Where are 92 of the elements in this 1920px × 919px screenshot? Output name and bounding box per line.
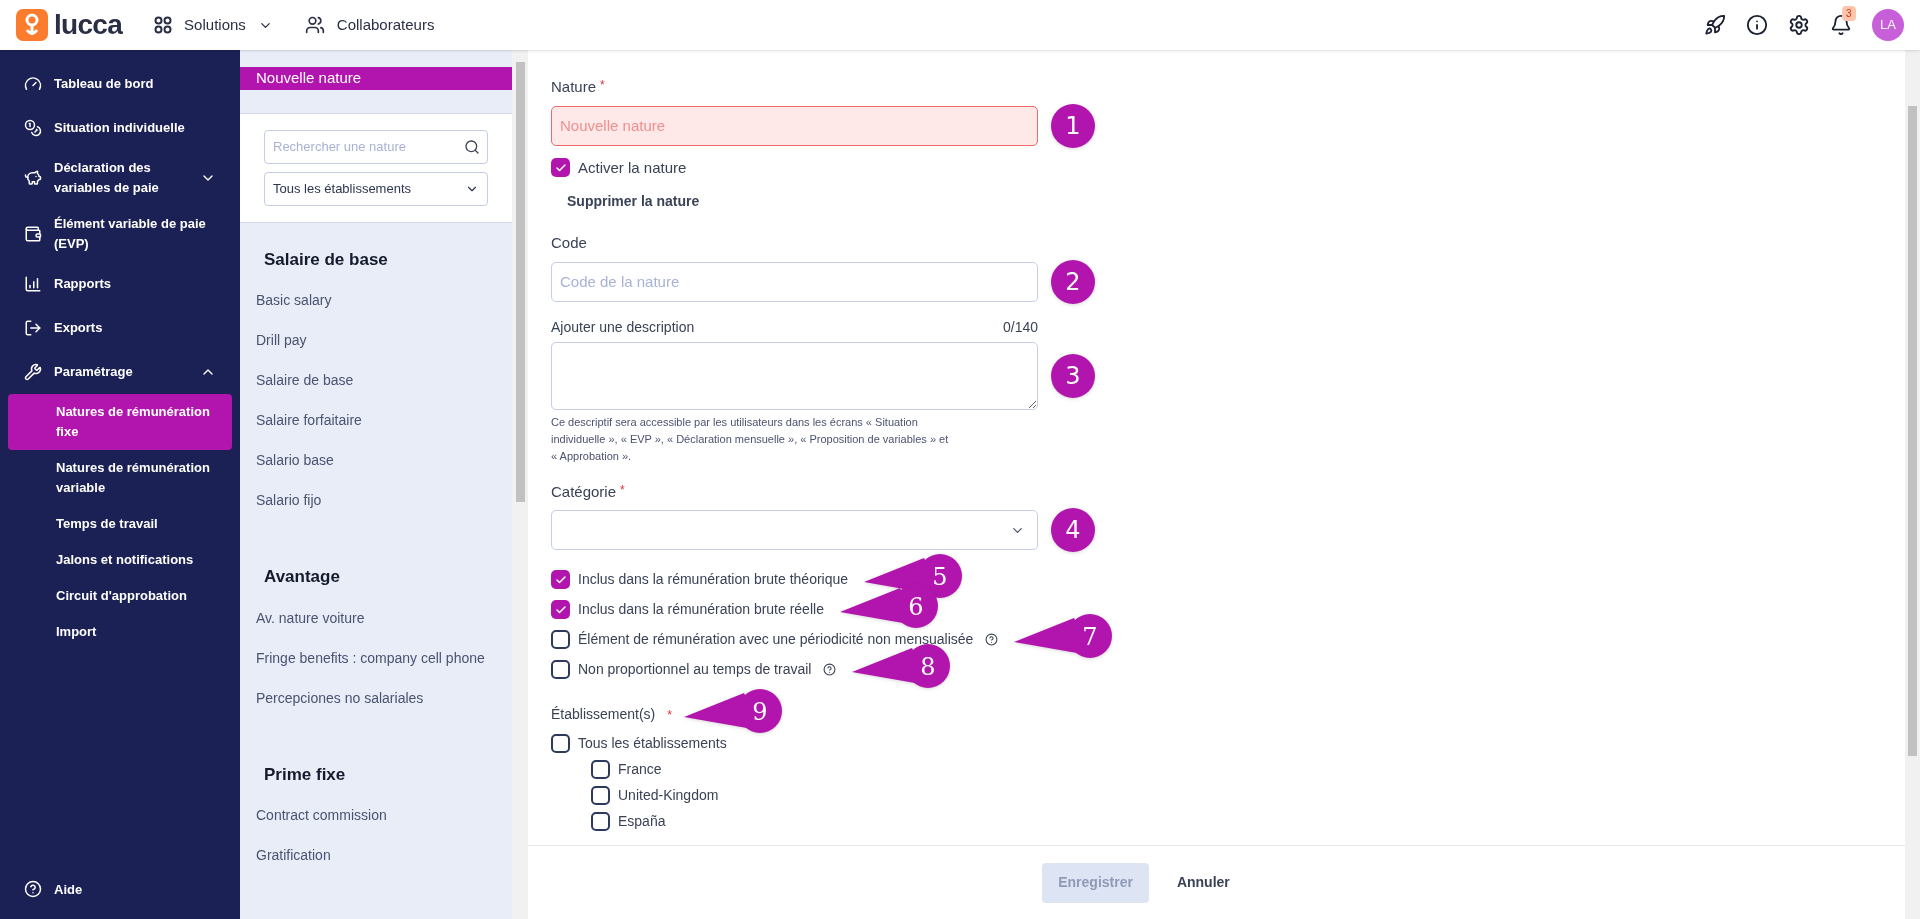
text-field[interactable]: Nouvelle nature — [551, 105, 1038, 146]
list-item[interactable]: Fringe benefits : company cell phone — [240, 637, 512, 678]
sidebar-item[interactable]: Paramétrage — [0, 350, 240, 394]
sidebar-subitem[interactable]: Natures de rémunération variable — [8, 450, 232, 506]
scrollbar[interactable] — [1905, 50, 1920, 919]
checkbox[interactable] — [551, 600, 570, 619]
group-title: Salaire de base — [263, 248, 389, 271]
checkbox-label: España — [618, 812, 666, 831]
sidebar-subitem[interactable]: Temps de travail — [8, 506, 232, 542]
settings-icon[interactable] — [1788, 14, 1810, 36]
group-title: Avantage — [263, 566, 341, 588]
sidebar-item[interactable]: Tableau de bord — [0, 62, 240, 106]
list-item[interactable]: Drill pay — [240, 320, 512, 360]
text-field[interactable]: Code de la nature — [551, 261, 1038, 302]
cancel-button[interactable]: Annuler — [1160, 862, 1246, 903]
character-counter: 0/140 — [1002, 317, 1038, 337]
list-item[interactable]: Gratification — [240, 835, 512, 875]
field-label: Nature — [551, 77, 597, 97]
sidebar-item[interactable]: Rapports — [0, 262, 240, 306]
checkbox[interactable] — [591, 760, 610, 779]
list-item[interactable]: Basic salary — [240, 280, 512, 320]
list-item[interactable]: Salaire de base — [240, 360, 512, 400]
group-title: Prime fixe — [263, 763, 347, 786]
sidebar-icon — [24, 275, 42, 293]
field-label: Établissement(s) — [551, 705, 656, 724]
list-item[interactable]: Salario fijo — [240, 480, 512, 520]
check-icon — [554, 573, 567, 586]
help-icon[interactable] — [823, 663, 837, 676]
delete-link[interactable]: Supprimer la nature — [567, 191, 700, 212]
check-icon — [554, 603, 567, 616]
sidebar-subitem[interactable]: Circuit d'approbation — [8, 578, 232, 614]
sidebar-icon — [24, 75, 42, 93]
checkbox-label: Activer la nature — [578, 157, 687, 178]
callout-badge: 4 — [1050, 507, 1096, 553]
checkbox-label: France — [618, 760, 662, 779]
list-item[interactable]: Salaire forfaitaire — [240, 400, 512, 440]
help-icon[interactable] — [985, 633, 999, 646]
field-label: Code — [551, 233, 587, 253]
search-icon — [464, 138, 480, 155]
sidebar-icon — [24, 225, 42, 243]
required-marker: * — [600, 77, 605, 94]
rocket-icon[interactable] — [1704, 14, 1726, 36]
search-field[interactable]: Rechercher une nature — [264, 129, 488, 164]
sidebar-item[interactable]: Élément variable de paie (EVP) — [0, 206, 240, 262]
sidebar-subitem[interactable]: Natures de rémunération fixe — [8, 394, 232, 450]
checkbox-label: Tous les établissements — [578, 734, 727, 753]
checkbox-label: Non proportionnel au temps de travail — [578, 660, 812, 679]
notification-count: 3 — [1842, 6, 1856, 21]
help-link[interactable]: Aide — [0, 871, 240, 907]
checkbox[interactable] — [551, 734, 570, 753]
sidebar-subitem[interactable]: Import — [8, 614, 232, 650]
required-marker: * — [620, 481, 625, 499]
description-field[interactable] — [551, 341, 1038, 410]
sidebar-item[interactable]: Situation individuelle — [0, 106, 240, 150]
checkbox[interactable] — [551, 158, 570, 178]
logo-text: lucca — [54, 11, 123, 39]
checkbox[interactable] — [591, 786, 610, 805]
checkbox[interactable] — [551, 630, 570, 649]
scrollbar[interactable] — [512, 50, 528, 919]
list-item[interactable]: Contract commission — [240, 795, 512, 835]
sidebar-item[interactable]: Exports — [0, 306, 240, 350]
checkbox[interactable] — [591, 812, 610, 831]
checkbox[interactable] — [551, 660, 570, 679]
sidebar-icon — [24, 119, 42, 137]
checkbox[interactable] — [551, 570, 570, 589]
checkbox-label: United-Kingdom — [618, 786, 719, 805]
apps-icon — [154, 16, 173, 34]
list-item[interactable]: Salario base — [240, 440, 512, 480]
logo-icon — [16, 9, 48, 41]
people-icon — [304, 15, 325, 35]
sidebar-icon — [24, 169, 42, 187]
sidebar-item[interactable]: Déclaration des variables de paie — [0, 150, 240, 206]
filter-select[interactable]: Tous les établissements — [264, 171, 488, 206]
nav-button[interactable]: Solutions — [154, 13, 273, 37]
check-icon — [554, 161, 567, 174]
field-label: Ajouter une description — [551, 317, 695, 337]
checkbox-label: Inclus dans la rémunération brute réelle — [578, 600, 824, 619]
callout-badge: 1 — [1050, 102, 1096, 149]
callout-badge: 3 — [1050, 352, 1096, 399]
help-icon — [24, 880, 42, 899]
sidebar-icon — [24, 319, 42, 337]
list-item[interactable]: Av. nature voiture — [240, 597, 512, 638]
info-icon[interactable] — [1746, 14, 1768, 36]
field-label: Catégorie — [551, 481, 617, 502]
list-item[interactable]: Percepciones no salariales — [240, 677, 512, 718]
callout-badge: 2 — [1050, 258, 1096, 305]
nav-button[interactable]: Collaborateurs — [304, 13, 435, 37]
sidebar-subitem[interactable]: Jalons et notifications — [8, 542, 232, 578]
help-text: Ce descriptif sera accessible par les utilisateurs dans les écrans « Situation individuelle », « EVP », « Déclaration mensuelle », « Proposition de variables » et « Approbation ». — [551, 414, 950, 464]
list-item[interactable]: Nouvelle nature — [240, 67, 512, 91]
required-marker: * — [667, 706, 672, 724]
sidebar-icon — [24, 363, 42, 381]
